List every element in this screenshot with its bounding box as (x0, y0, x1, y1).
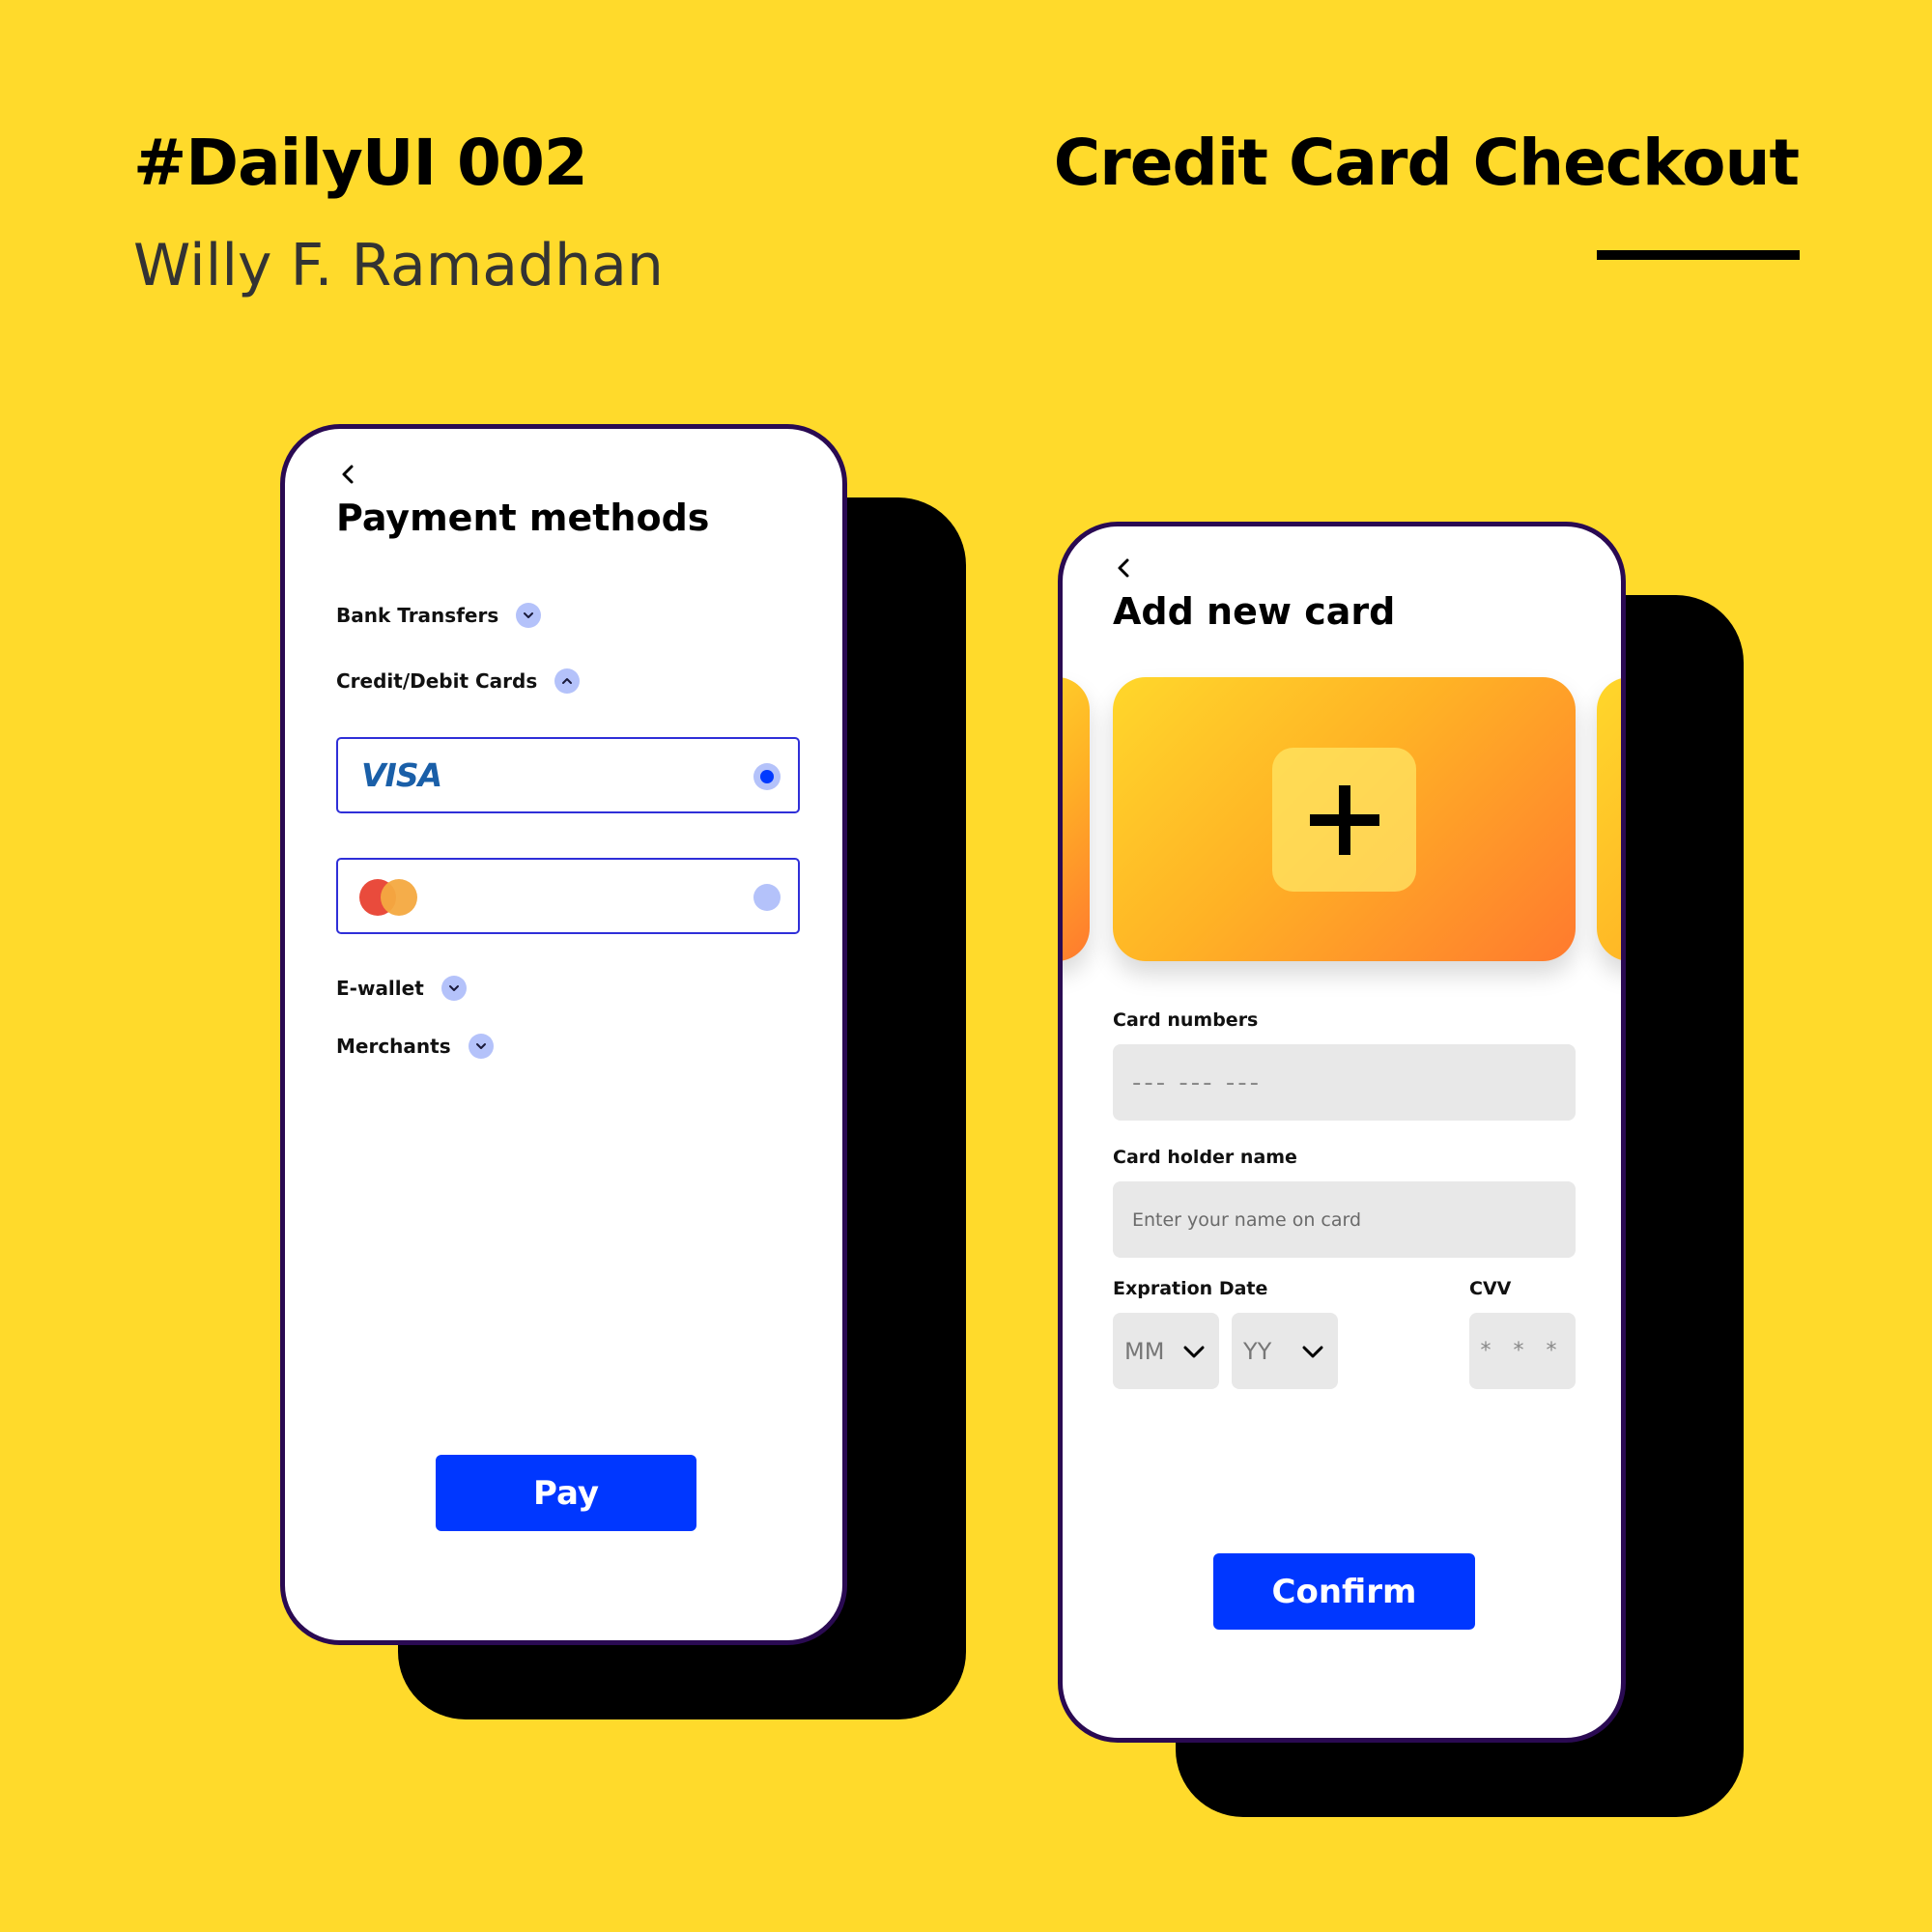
screen-title: Add new card (1113, 590, 1396, 633)
author-name: Willy F. Ramadhan (133, 232, 664, 299)
plus-icon (1309, 784, 1379, 855)
chevron-down-icon[interactable] (468, 1034, 494, 1059)
radio-dot (760, 770, 774, 783)
add-card-tile[interactable] (1113, 677, 1576, 961)
section-bank-transfers[interactable]: Bank Transfers (336, 603, 542, 628)
month-value: MM (1124, 1337, 1165, 1365)
visa-logo: VISA (361, 756, 442, 794)
card-carousel-prev[interactable] (1063, 677, 1090, 961)
chevron-down-icon[interactable] (516, 603, 542, 628)
back-icon[interactable] (1109, 554, 1138, 582)
card-number-input[interactable]: --- --- --- (1113, 1044, 1576, 1121)
screen-title: Payment methods (336, 497, 710, 539)
cvv-input[interactable]: * * * (1469, 1313, 1576, 1389)
year-value: YY (1243, 1337, 1272, 1365)
card-carousel-next[interactable] (1597, 677, 1621, 961)
section-e-wallet[interactable]: E-wallet (336, 976, 467, 1001)
section-label: Merchants (336, 1035, 451, 1058)
card-numbers-label: Card numbers (1113, 1009, 1259, 1031)
chevron-down-icon (1302, 1346, 1323, 1357)
chevron-down-icon (1183, 1346, 1205, 1357)
year-select[interactable]: YY (1232, 1313, 1338, 1389)
radio-unselected[interactable] (753, 884, 781, 911)
payment-methods-screen: Payment methods Bank Transfers Credit/De… (280, 424, 847, 1645)
section-merchants[interactable]: Merchants (336, 1034, 494, 1059)
section-label: Bank Transfers (336, 604, 499, 627)
expiration-label: Expration Date (1113, 1278, 1268, 1299)
card-option-visa[interactable]: VISA (336, 737, 800, 813)
back-icon[interactable] (333, 460, 362, 489)
add-card-button[interactable] (1272, 748, 1416, 892)
title-underline (1597, 250, 1800, 260)
card-holder-label: Card holder name (1113, 1147, 1297, 1168)
subject-title: Credit Card Checkout (1053, 126, 1800, 200)
card-holder-input[interactable]: Enter your name on card (1113, 1181, 1576, 1258)
page-title: #DailyUI 002 (133, 126, 588, 200)
confirm-button[interactable]: Confirm (1213, 1553, 1475, 1630)
chevron-up-icon[interactable] (554, 668, 581, 694)
mastercard-icon (359, 879, 417, 916)
cvv-label: CVV (1469, 1278, 1512, 1299)
section-label: Credit/Debit Cards (336, 669, 538, 693)
pay-button[interactable]: Pay (436, 1455, 696, 1531)
chevron-down-icon[interactable] (440, 976, 467, 1001)
section-label: E-wallet (336, 977, 424, 1000)
section-credit-debit-cards[interactable]: Credit/Debit Cards (336, 668, 581, 694)
month-select[interactable]: MM (1113, 1313, 1219, 1389)
radio-selected[interactable] (753, 763, 781, 790)
card-option-mastercard[interactable] (336, 858, 800, 934)
add-card-screen: Add new card Card numbers --- --- --- Ca… (1058, 522, 1626, 1743)
